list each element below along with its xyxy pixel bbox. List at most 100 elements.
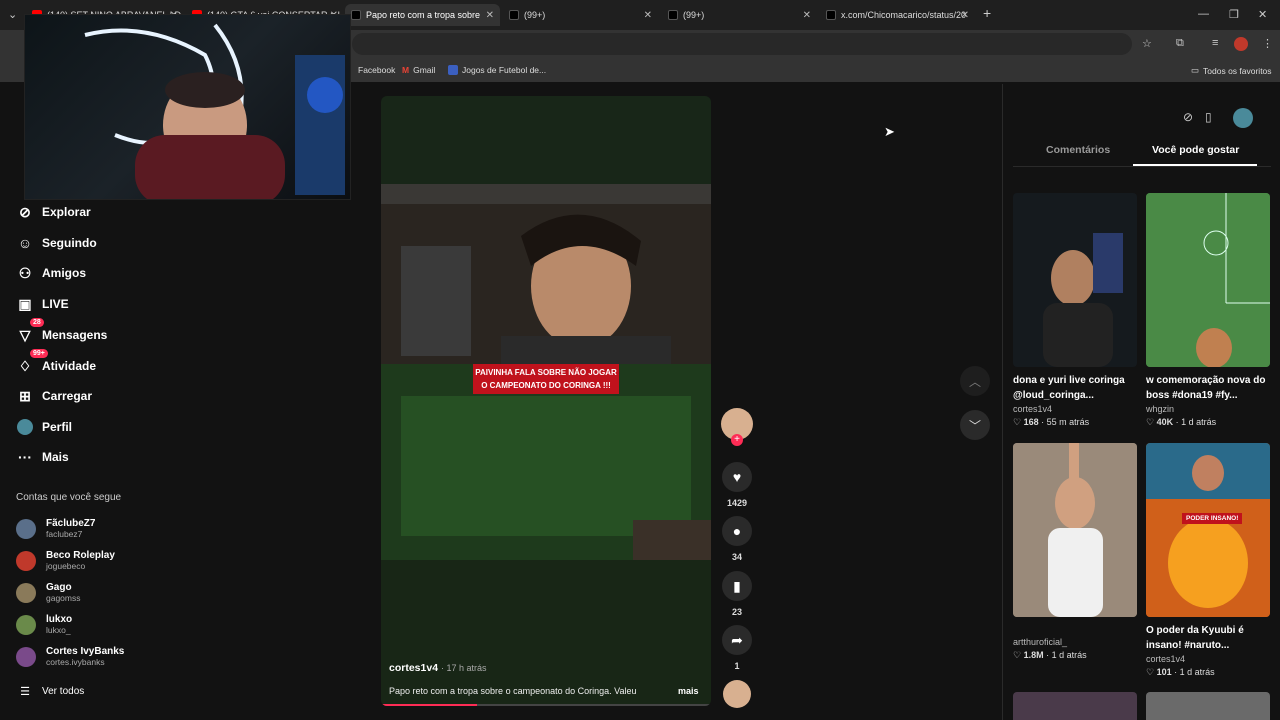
tiktok-icon (351, 10, 361, 20)
tab-title: Papo reto com a tropa sobre (366, 10, 481, 20)
window-close-button[interactable]: ✕ (1258, 8, 1267, 21)
card-time: 1 d atrás (1179, 667, 1215, 677)
tab-title: x.com/Chicomacarico/status/20 (841, 10, 967, 20)
video-player[interactable]: PAIVINHA FALA SOBRE NÃO JOGAR O CAMPEONA… (381, 96, 711, 706)
gmail-icon: M (402, 65, 410, 75)
device-icon[interactable]: ▯ (1205, 110, 1212, 124)
music-disc[interactable] (720, 680, 754, 708)
followed-account[interactable]: lukxo lukxo_ (16, 614, 72, 635)
bookmark-facebook[interactable]: Facebook (358, 65, 395, 75)
followed-account[interactable]: FãclubeZ7 faclubez7 (16, 518, 95, 539)
heart-outline-icon: ♡ (1013, 417, 1022, 427)
card-thumbnail (1146, 193, 1270, 367)
tiktok-icon (668, 10, 678, 20)
nav-seguindo[interactable]: ☺ Seguindo (16, 234, 97, 252)
bookmark-label: Gmail (413, 65, 436, 75)
video-description: Papo reto com a tropa sobre o campeonato… (389, 686, 637, 696)
more-button[interactable]: mais (678, 686, 699, 696)
video-time: 17 h atrás (446, 663, 487, 673)
save-button[interactable]: ▮ 23 (720, 571, 754, 617)
card-title: O poder da Kyuubi é insano! #naruto... (1146, 625, 1244, 651)
followed-account[interactable]: Cortes IvyBanks cortes.ivybanks (16, 646, 124, 667)
nav-carregar[interactable]: ⊞ Carregar (16, 387, 92, 405)
card-thumbnail-partial[interactable] (1146, 692, 1270, 720)
avatar-icon (16, 418, 34, 436)
see-all-link[interactable]: ☰ Ver todos (16, 682, 84, 700)
browser-tab-4[interactable]: (99+) ✕ (503, 4, 658, 26)
previous-video-button[interactable]: ︿ (960, 366, 990, 396)
progress-track[interactable] (381, 704, 711, 706)
tab-title: (99+) (683, 10, 705, 20)
close-icon[interactable]: ✕ (961, 10, 969, 21)
user-avatar[interactable] (1233, 108, 1253, 128)
nav-atividade[interactable]: ♢ 99+ Atividade (16, 349, 97, 375)
follow-plus-icon[interactable]: + (731, 434, 743, 446)
nav-perfil[interactable]: Perfil (16, 418, 72, 436)
followed-account[interactable]: Beco Roleplay joguebeco (16, 550, 115, 571)
video-frame (381, 96, 711, 706)
card-user: whgzin (1146, 404, 1175, 414)
media-control-icon[interactable]: ≡ (1212, 37, 1218, 49)
recommended-card[interactable]: artthuroficial_ ♡ 1.8M · 1 d atrás (1013, 443, 1137, 661)
bookmark-star-icon[interactable]: ☆ (1142, 37, 1152, 50)
bookmark-label: Jogos de Futebol de... (462, 65, 547, 75)
browser-tab-3[interactable]: Papo reto com a tropa sobre ✕ (345, 4, 500, 26)
recommended-card[interactable]: dona e yuri live coringa @loud_coringa..… (1013, 193, 1137, 428)
nav-label: Carregar (42, 389, 93, 403)
close-icon[interactable]: ✕ (486, 10, 494, 21)
explore-icon[interactable]: ⊘ (1183, 110, 1193, 124)
person-follow-icon: ☺ (17, 235, 33, 251)
bookmark-jogos[interactable]: Jogos de Futebol de... (448, 65, 546, 75)
nav-mais[interactable]: ··· Mais (16, 448, 69, 466)
save-count: 23 (731, 607, 742, 617)
url-input[interactable] (352, 33, 1132, 55)
comment-count: 34 (731, 552, 742, 562)
account-handle: lukxo_ (46, 625, 71, 635)
account-name: Gago (46, 582, 72, 593)
close-icon[interactable]: ✕ (644, 10, 652, 21)
heart-outline-icon: ♡ (1013, 650, 1022, 660)
new-tab-button[interactable]: + (983, 5, 991, 21)
recommended-card[interactable]: PODER INSANO! O poder da Kyuubi é insano… (1146, 443, 1270, 678)
see-all-label: Ver todos (42, 685, 85, 697)
following-title: Contas que você segue (16, 492, 122, 503)
nav-mensagens[interactable]: ▽ 28 Mensagens (16, 318, 107, 344)
right-panel: ⊘ ▯ Comentários Você pode gostar dona e … (1002, 84, 1280, 720)
video-author-row: cortes1v4 · 17 h atrás (389, 662, 487, 674)
nav-label: Atividade (42, 359, 97, 373)
nav-label: Seguindo (42, 236, 97, 250)
bookmark-all[interactable]: ▭ Todos os favoritos (1191, 65, 1272, 76)
comment-button[interactable]: ● 34 (720, 516, 754, 562)
minimize-button[interactable]: — (1198, 8, 1209, 20)
recommended-card[interactable]: w comemoração nova do boss #dona19 #fy..… (1146, 193, 1270, 428)
avatar (16, 550, 36, 571)
bookmark-gmail[interactable]: M Gmail (402, 65, 435, 75)
like-button[interactable]: ♥ 1429 (720, 462, 754, 508)
extensions-icon[interactable]: ⧉ (1176, 37, 1184, 50)
card-thumbnail-partial[interactable] (1013, 692, 1137, 720)
author-avatar-button[interactable]: + (720, 408, 754, 446)
maximize-button[interactable]: ❐ (1229, 8, 1239, 21)
tab-voce-pode-gostar[interactable]: Você pode gostar (1152, 144, 1239, 156)
bookmark-label: Todos os favoritos (1203, 65, 1272, 76)
browser-tab-6[interactable]: x.com/Chicomacarico/status/20 ✕ (820, 4, 975, 26)
tab-comentarios[interactable]: Comentários (1046, 144, 1110, 156)
share-button[interactable]: ➦ 1 (720, 625, 754, 671)
nav-explorar[interactable]: ⊘ Explorar (16, 203, 91, 221)
nav-amigos[interactable]: ⚇ Amigos (16, 264, 86, 282)
nav-live[interactable]: ▣ LIVE (16, 295, 68, 313)
browser-tab-5[interactable]: (99+) ✕ (662, 4, 817, 26)
menu-icon[interactable]: ⋮ (1262, 37, 1273, 50)
next-video-button[interactable]: ﹀ (960, 410, 990, 440)
progress-fill (381, 704, 477, 706)
card-thumbnail (1013, 193, 1137, 367)
video-author[interactable]: cortes1v4 (389, 662, 438, 674)
heart-outline-icon: ♡ (1146, 667, 1155, 677)
account-handle: gagomss (46, 593, 81, 603)
followed-account[interactable]: Gago gagomss (16, 582, 81, 603)
tab-search-icon[interactable]: ⌄ (8, 8, 17, 21)
notification-badge: 99+ (30, 349, 48, 358)
profile-avatar[interactable] (1234, 37, 1248, 51)
close-icon[interactable]: ✕ (803, 10, 811, 21)
list-icon: ☰ (20, 685, 30, 698)
